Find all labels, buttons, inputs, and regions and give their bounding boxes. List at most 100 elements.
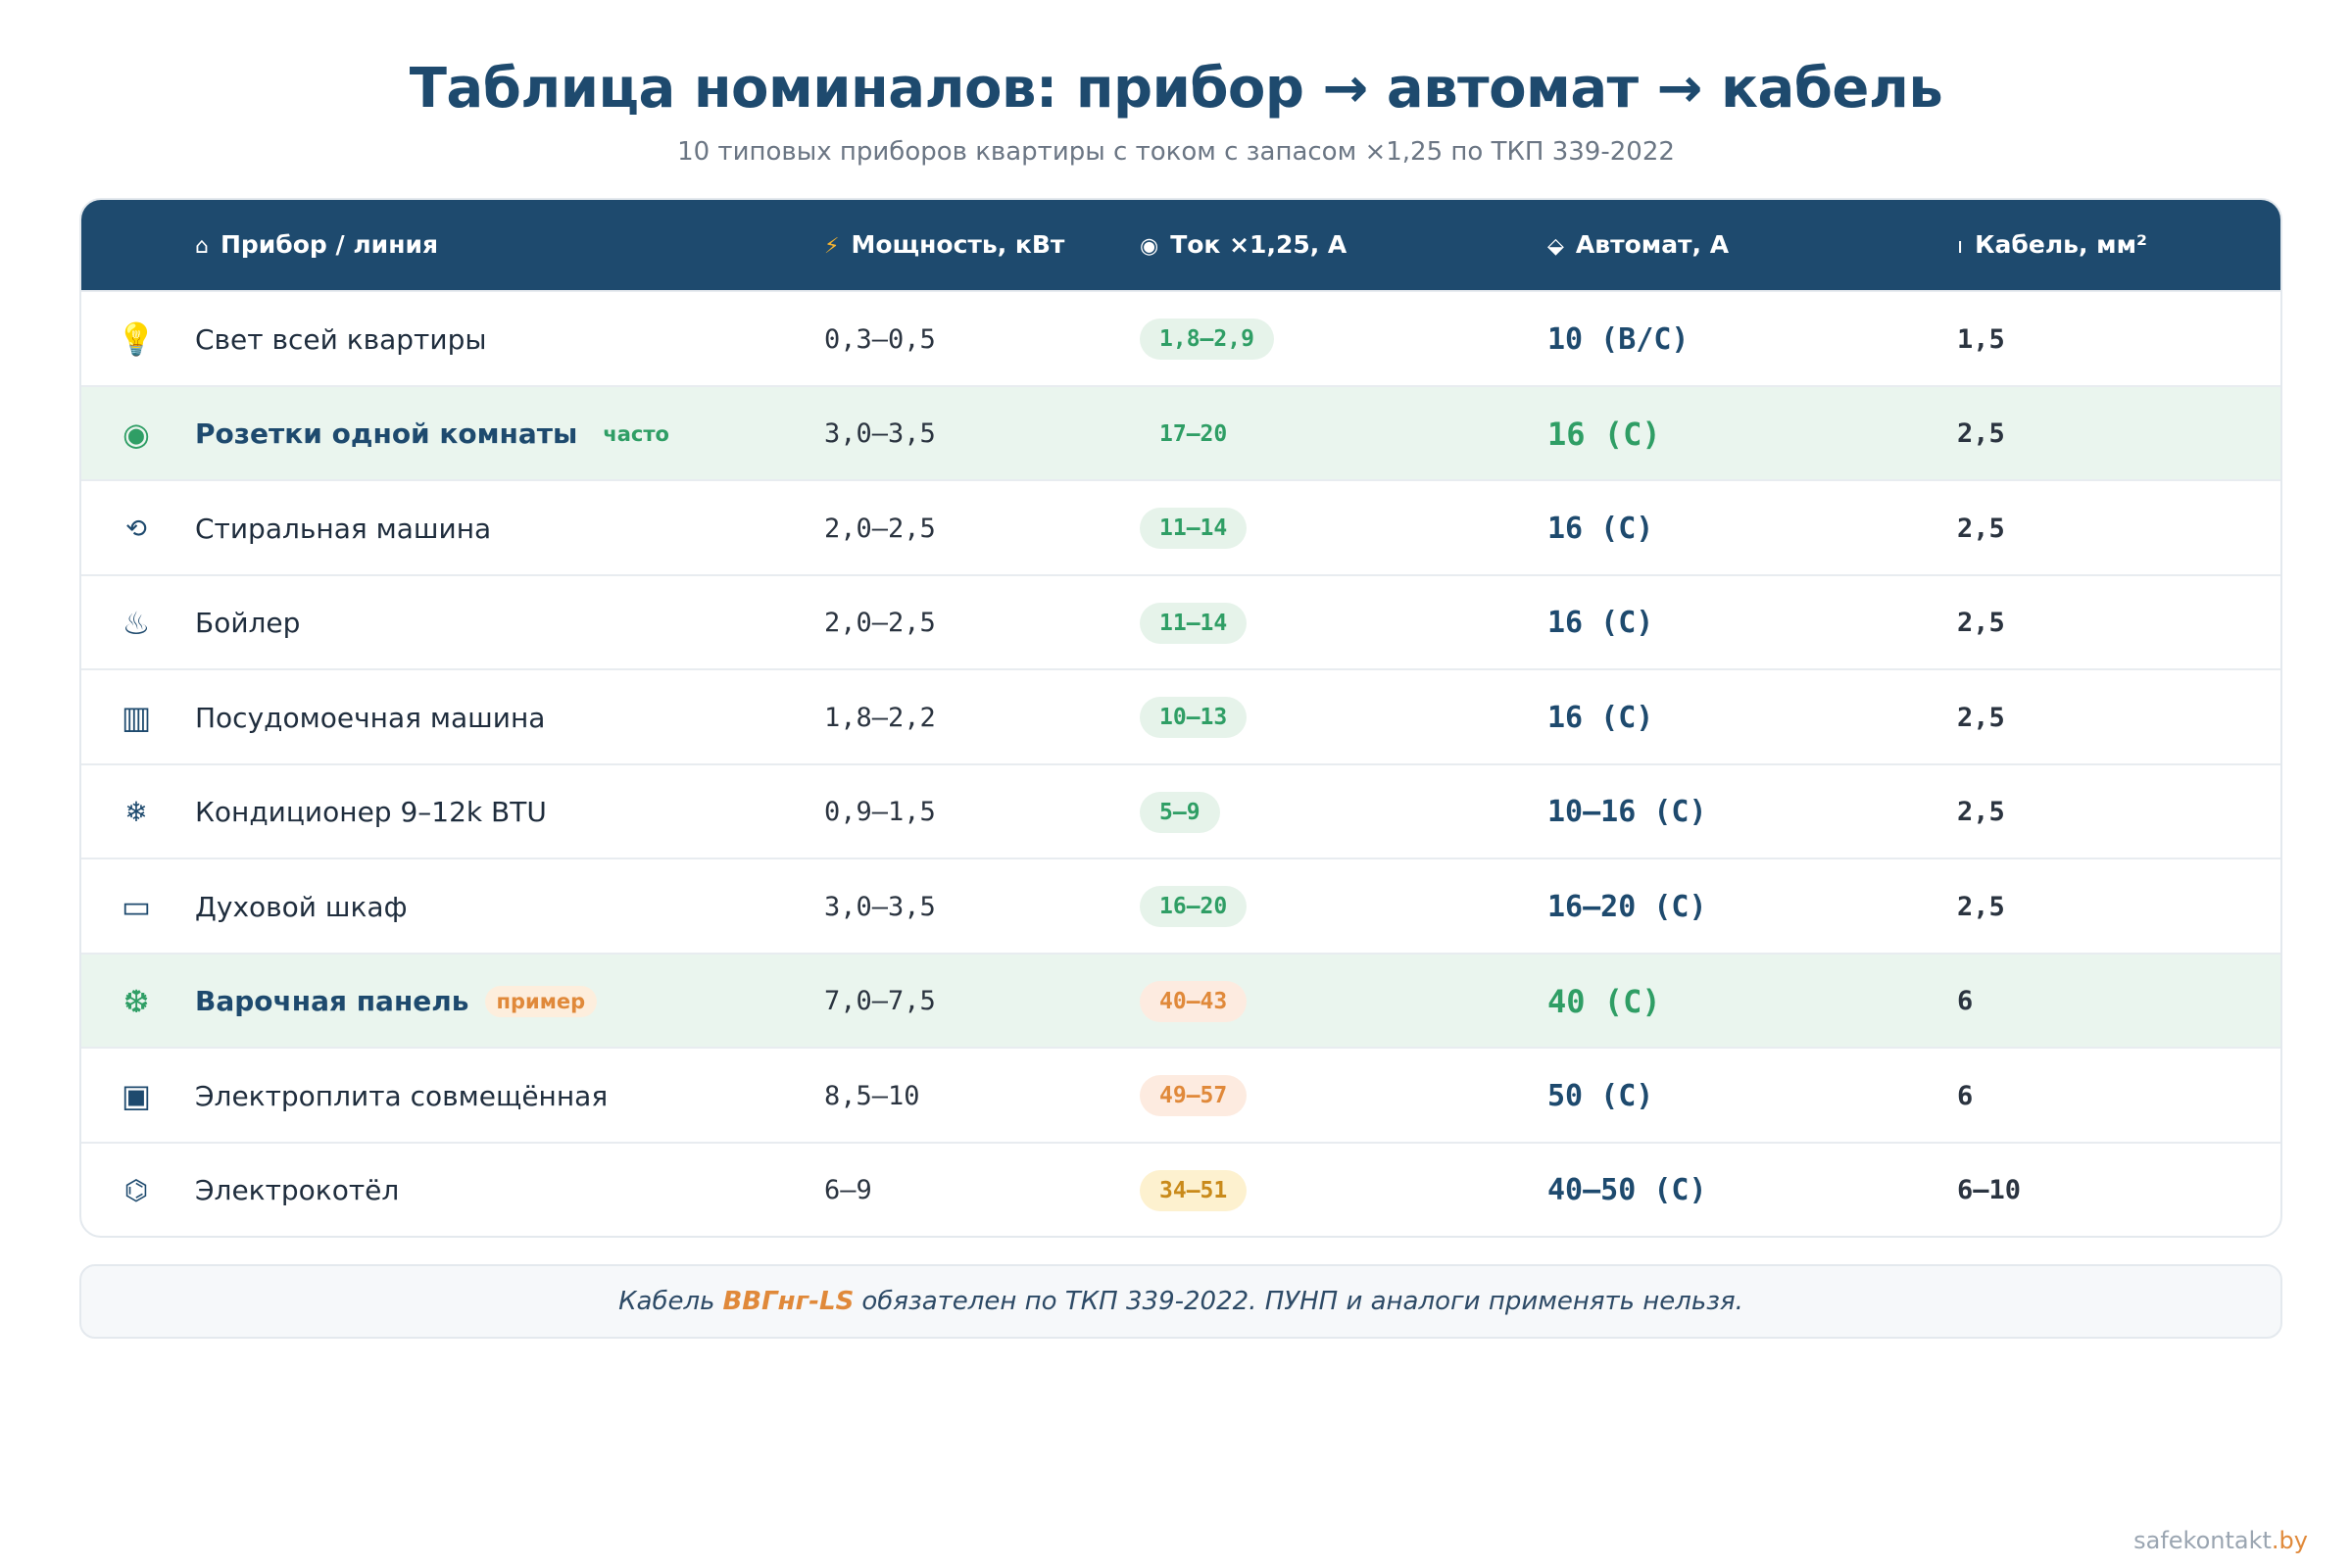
column-header-current: ◉ Ток ×1,25, А: [1140, 200, 1347, 290]
current-badge: 49–57: [1140, 1075, 1248, 1116]
device-name: Духовой шкаф: [195, 890, 408, 923]
power-value: 0,3–0,5: [824, 323, 936, 355]
electric-boiler-icon: ⌬: [123, 1175, 149, 1205]
breaker-value: 40–50 (C): [1547, 1173, 1707, 1207]
cable-value: 2,5: [1957, 513, 2005, 544]
power-value: 0,9–1,5: [824, 797, 936, 827]
current-badge: 11–14: [1140, 508, 1248, 549]
table-header: ⌂ Прибор / линия ⚡ Мощность, кВт ◉ Ток ×1,2…: [81, 200, 2280, 290]
power-value: 7,0–7,5: [824, 986, 936, 1016]
current-badge: 40–43: [1140, 980, 1248, 1022]
device-name: Электроплита совмещённая: [195, 1079, 609, 1112]
current-cell: 11–14: [1140, 481, 1248, 575]
page-title: Таблица номиналов: прибор → автомат → ка…: [409, 57, 1943, 121]
current-cell: 11–14: [1140, 576, 1248, 670]
table-row: ▥ Посудомоечная машина 1,8–2,2 10–13 16 …: [81, 668, 2280, 763]
column-header-device: ⌂ Прибор / линия: [195, 200, 438, 290]
cable-value: 2,5: [1957, 797, 2005, 827]
table-row: ❄ Кондиционер 9–12k BTU 0,9–1,5 5–9 10–1…: [81, 762, 2280, 859]
cooktop-icon: ❆: [122, 983, 150, 1019]
frequent-tag: часто: [603, 421, 669, 446]
cable-value: 2,5: [1957, 608, 2005, 638]
cable-icon: ı: [1957, 234, 1964, 259]
dishwasher-icon: ▥: [121, 700, 152, 735]
page: Таблица номиналов: прибор → автомат → ка…: [0, 0, 2352, 1568]
table-row: ◉ Розетки одной комнаты часто 3,0–3,5 17–…: [81, 384, 2280, 481]
bolt-icon: ⚡: [824, 234, 840, 259]
breaker-value: 50 (C): [1547, 1078, 1654, 1113]
device-name: Посудомоечная машина: [195, 701, 546, 734]
column-header-label: Автомат, А: [1575, 230, 1730, 259]
cable-brand: ВВГнг-LS: [722, 1287, 855, 1316]
cable-value: 6: [1957, 1080, 1974, 1111]
socket-icon: ◉: [1140, 234, 1159, 259]
power-value: 2,0–2,5: [824, 608, 936, 638]
power-value: 6–9: [824, 1175, 872, 1205]
table-row: ⟲ Стиральная машина 2,0–2,5 11–14 16 (C)…: [81, 479, 2280, 574]
column-header-cable: ı Кабель, мм²: [1957, 200, 2147, 290]
device-name: Стиральная машина: [195, 512, 492, 545]
cable-value: 1,5: [1957, 323, 2005, 355]
cable-value: 2,5: [1957, 418, 2005, 449]
breaker-value: 10 (B/C): [1547, 321, 1690, 357]
note-prefix: Кабель: [618, 1287, 715, 1316]
boiler-icon: ♨: [122, 605, 151, 641]
table-row: ❆ Варочная панель пример 7,0–7,5 40–43 40…: [81, 952, 2280, 1049]
oven-icon: ▭: [121, 889, 152, 924]
breaker-value: 16 (C): [1547, 700, 1654, 735]
lightbulb-icon: 💡: [117, 321, 156, 357]
breaker-value: 16–20 (C): [1547, 889, 1707, 924]
shield-icon: ⬙: [1547, 234, 1564, 259]
device-name: Варочная панель пример: [195, 955, 598, 1049]
example-tag: пример: [484, 985, 598, 1017]
current-cell: 34–51: [1140, 1144, 1248, 1237]
breaker-value: 16 (C): [1547, 511, 1654, 546]
device-name: Розетки одной комнаты часто: [195, 417, 669, 450]
device-name: Бойлер: [195, 607, 301, 639]
current-badge: 34–51: [1140, 1169, 1248, 1211]
cable-value: 6: [1957, 986, 1974, 1016]
current-cell: 5–9: [1140, 765, 1220, 859]
snowflake-icon: ❄: [124, 797, 148, 827]
current-cell: 49–57: [1140, 1049, 1248, 1143]
breaker-value: 16 (C): [1547, 415, 1661, 453]
site-name: safekontakt: [2133, 1527, 2272, 1554]
cable-value: 2,5: [1957, 891, 2005, 922]
table-row: ♨ Бойлер 2,0–2,5 11–14 16 (C) 2,5: [81, 573, 2280, 670]
breaker-value: 16 (C): [1547, 606, 1654, 640]
table-row: 💡 Свет всей квартиры 0,3–0,5 1,8–2,9 10 …: [81, 290, 2280, 385]
power-value: 1,8–2,2: [824, 702, 936, 733]
device-name: Кондиционер 9–12k BTU: [195, 796, 547, 828]
current-cell: 16–20: [1140, 859, 1248, 954]
note-suffix: обязателен по ТКП 339-2022. ПУНП и анало…: [861, 1287, 1743, 1316]
power-value: 3,0–3,5: [824, 891, 936, 922]
device-name: Электрокотёл: [195, 1174, 400, 1206]
current-badge: 1,8–2,9: [1140, 318, 1274, 360]
current-cell: 17–20: [1140, 387, 1247, 481]
column-header-breaker: ⬙ Автомат, А: [1547, 200, 1729, 290]
stove-icon: ▣: [121, 1078, 152, 1113]
table-row: ▣ Электроплита совмещённая 8,5–10 49–57 …: [81, 1047, 2280, 1142]
column-header-label: Мощность, кВт: [851, 230, 1065, 259]
device-name: Свет всей квартиры: [195, 322, 487, 356]
breaker-value: 40 (C): [1547, 982, 1661, 1020]
site-tld: .by: [2271, 1527, 2308, 1554]
cable-value: 6–10: [1957, 1175, 2022, 1205]
power-value: 2,0–2,5: [824, 513, 936, 544]
current-cell: 40–43: [1140, 955, 1248, 1049]
site-link[interactable]: safekontakt.by: [2133, 1527, 2308, 1554]
current-badge: 16–20: [1140, 886, 1248, 927]
power-value: 3,0–3,5: [824, 418, 936, 449]
column-header-label: Кабель, мм²: [1975, 230, 2147, 259]
ratings-table: ⌂ Прибор / линия ⚡ Мощность, кВт ◉ Ток ×1,2…: [79, 198, 2282, 1238]
column-header-power: ⚡ Мощность, кВт: [824, 200, 1064, 290]
current-badge: 10–13: [1140, 697, 1248, 738]
washing-machine-icon: ⟲: [125, 513, 147, 543]
current-badge: 5–9: [1140, 791, 1220, 833]
current-cell: 10–13: [1140, 670, 1248, 764]
table-row: ▭ Духовой шкаф 3,0–3,5 16–20 16–20 (C) 2…: [81, 858, 2280, 953]
current-cell: 1,8–2,9: [1140, 292, 1274, 386]
power-value: 8,5–10: [824, 1080, 920, 1111]
current-badge: 11–14: [1140, 602, 1248, 644]
cable-requirement-note: Кабель ВВГнг-LS обязателен по ТКП 339-20…: [79, 1264, 2282, 1339]
